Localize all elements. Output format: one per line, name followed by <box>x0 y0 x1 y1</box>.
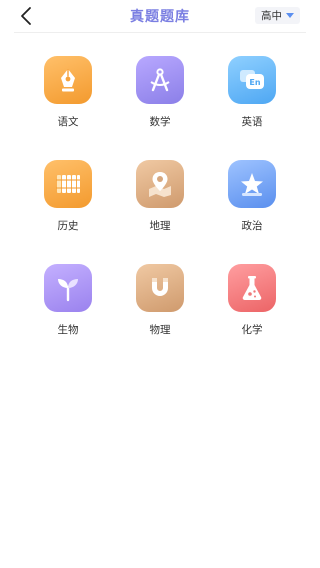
subject-english[interactable]: En 英语 <box>212 56 292 129</box>
subject-label: 英语 <box>241 116 263 128</box>
subject-math[interactable]: 数学 <box>120 56 200 129</box>
svg-text:En: En <box>249 78 260 87</box>
subject-history[interactable]: 历史 <box>28 160 108 233</box>
subject-biology[interactable]: 生物 <box>28 264 108 337</box>
compass-icon <box>136 56 184 104</box>
caret-down-icon <box>286 13 294 18</box>
subject-label: 生物 <box>57 324 79 336</box>
header-divider <box>14 32 306 33</box>
magnet-icon <box>136 264 184 312</box>
subject-label: 历史 <box>57 220 79 232</box>
bamboo-scroll-icon <box>44 160 92 208</box>
subject-geography[interactable]: 地理 <box>120 160 200 233</box>
level-select-value: 高中 <box>261 10 282 22</box>
subject-label: 地理 <box>149 220 171 232</box>
level-select[interactable]: 高中 <box>255 7 300 24</box>
subject-politics[interactable]: 政治 <box>212 160 292 233</box>
en-chat-icon: En <box>228 56 276 104</box>
subject-label: 化学 <box>241 324 263 336</box>
subject-chemistry[interactable]: 化学 <box>212 264 292 337</box>
subject-physics[interactable]: 物理 <box>120 264 200 337</box>
star-icon <box>228 160 276 208</box>
flask-icon <box>228 264 276 312</box>
map-pin-icon <box>136 160 184 208</box>
subject-label: 语文 <box>57 116 79 128</box>
sprout-icon <box>44 264 92 312</box>
subject-chinese[interactable]: 语文 <box>28 56 108 129</box>
subject-label: 物理 <box>149 324 171 336</box>
subject-label: 政治 <box>241 220 263 232</box>
header: 真题题库 高中 <box>0 0 320 32</box>
pen-nib-icon <box>44 56 92 104</box>
subject-label: 数学 <box>149 116 171 128</box>
